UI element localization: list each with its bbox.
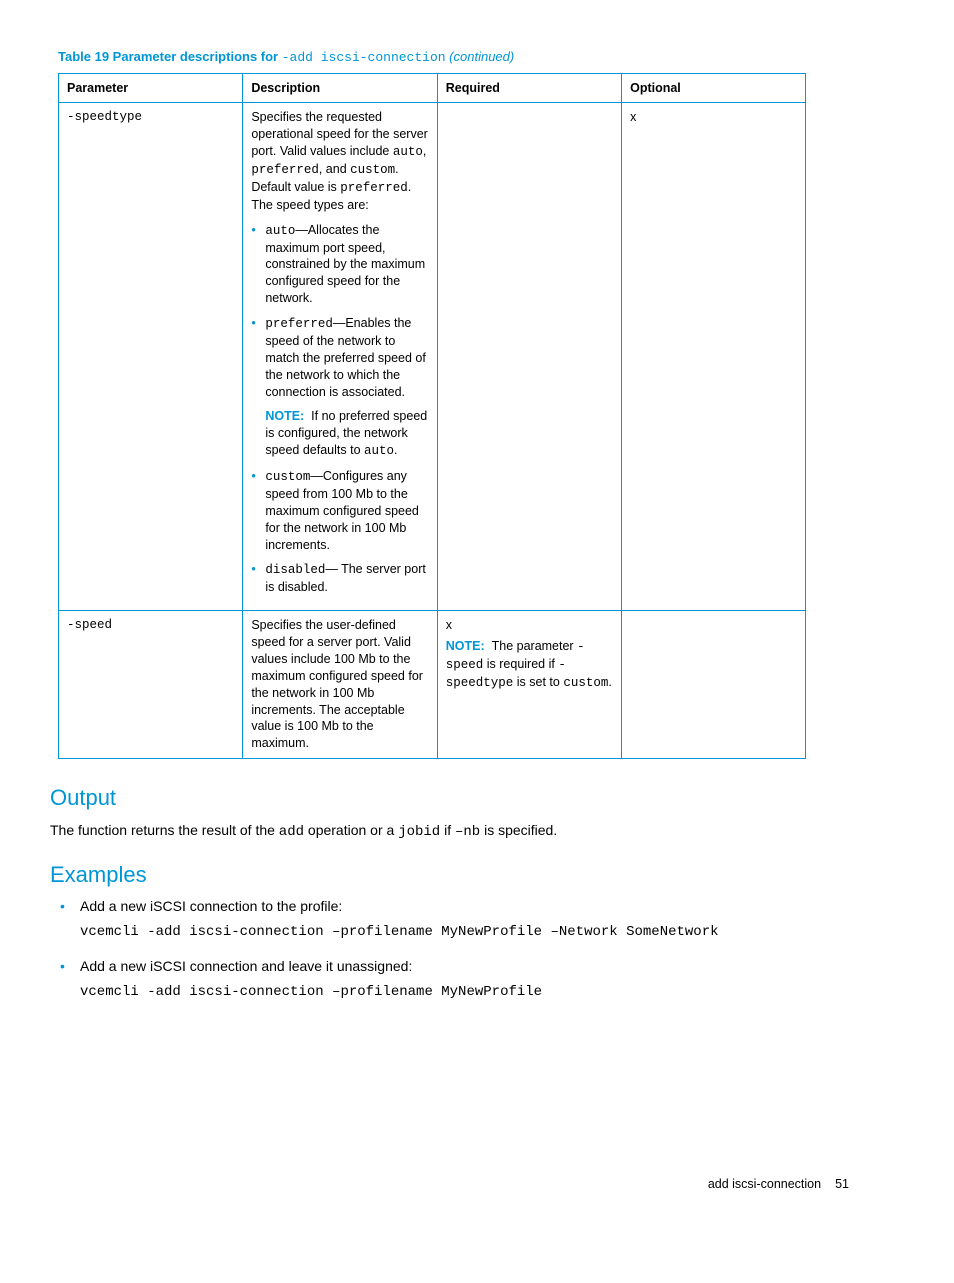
cell-parameter: -speed (59, 611, 243, 759)
note-label: NOTE: (265, 409, 304, 423)
table-row: -speed Specifies the user-defined speed … (59, 611, 806, 759)
page-number: 51 (835, 1177, 849, 1191)
speedtype-list: auto—Allocates the maximum port speed, c… (251, 222, 428, 597)
col-description: Description (243, 73, 437, 103)
col-required: Required (437, 73, 621, 103)
cell-optional (622, 611, 806, 759)
table-caption-lead: Table 19 Parameter descriptions for (58, 49, 282, 64)
examples-heading: Examples (50, 860, 904, 890)
cell-parameter: -speedtype (59, 103, 243, 611)
col-parameter: Parameter (59, 73, 243, 103)
list-item: custom—Configures any speed from 100 Mb … (251, 468, 428, 553)
table-caption: Table 19 Parameter descriptions for -add… (50, 48, 904, 67)
list-item: Add a new iSCSI connection and leave it … (50, 957, 904, 1003)
output-heading: Output (50, 783, 904, 813)
cell-required: x NOTE: The parameter -speed is required… (437, 611, 621, 759)
table-row: -speedtype Specifies the requested opera… (59, 103, 806, 611)
example-text: Add a new iSCSI connection to the profil… (80, 898, 342, 914)
note-label: NOTE: (446, 639, 485, 653)
footer-section: add iscsi-connection (708, 1177, 821, 1191)
parameter-table: Parameter Description Required Optional … (58, 73, 806, 760)
output-text: The function returns the result of the a… (50, 821, 904, 842)
table-header-row: Parameter Description Required Optional (59, 73, 806, 103)
cell-optional: x (622, 103, 806, 611)
examples-list: Add a new iSCSI connection to the profil… (50, 897, 904, 1003)
list-item: preferred—Enables the speed of the netwo… (251, 315, 428, 460)
table-caption-code: -add iscsi-connection (282, 50, 446, 65)
list-item: auto—Allocates the maximum port speed, c… (251, 222, 428, 307)
example-command: vcemcli -add iscsi-connection –profilena… (80, 982, 904, 1003)
col-optional: Optional (622, 73, 806, 103)
page-footer: add iscsi-connection 51 (708, 1176, 849, 1193)
note-block: NOTE: The parameter -speed is required i… (446, 638, 613, 692)
example-text: Add a new iSCSI connection and leave it … (80, 958, 412, 974)
table-caption-continued: (continued) (446, 49, 515, 64)
list-item: disabled— The server port is disabled. (251, 561, 428, 596)
cell-description: Specifies the requested operational spee… (243, 103, 437, 611)
note-block: NOTE: If no preferred speed is configure… (265, 408, 428, 460)
cell-required (437, 103, 621, 611)
list-item: Add a new iSCSI connection to the profil… (50, 897, 904, 943)
cell-description: Specifies the user-defined speed for a s… (243, 611, 437, 759)
example-command: vcemcli -add iscsi-connection –profilena… (80, 922, 904, 943)
